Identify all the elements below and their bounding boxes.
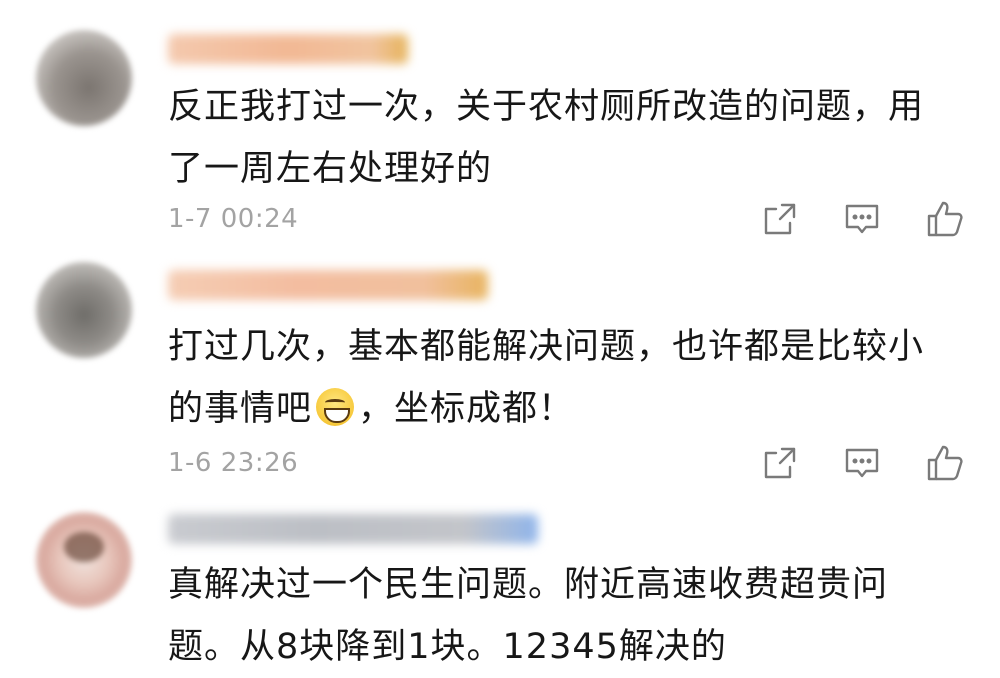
username-blurred[interactable] [168, 270, 488, 300]
share-icon[interactable] [762, 201, 798, 237]
like-icon[interactable] [926, 200, 964, 238]
like-icon[interactable] [926, 444, 964, 482]
comment-text-segment: 的事情吧 [168, 389, 313, 429]
comment-icon[interactable] [844, 445, 880, 481]
comment-text-line: 反正我打过一次，关于农村厕所改造的问题，用 [168, 87, 925, 127]
grinning-emoji-icon [316, 388, 355, 426]
avatar[interactable] [36, 512, 132, 608]
comment-text-line: 题。从8块降到1块。12345解决的 [168, 627, 727, 667]
comment-text: 真解决过一个民生问题。附近高速收费超贵问 题。从8块降到1块。12345解决的 [168, 554, 968, 678]
comment-actions [762, 444, 964, 482]
avatar[interactable] [36, 262, 132, 358]
username-blurred[interactable] [168, 514, 538, 544]
avatar[interactable] [36, 30, 132, 126]
comment-text: 反正我打过一次，关于农村厕所改造的问题，用 了一周左右处理好的 [168, 76, 968, 200]
comment-icon[interactable] [844, 201, 880, 237]
comment-text-line: 了一周左右处理好的 [168, 149, 493, 189]
comment-text: 打过几次，基本都能解决问题，也许都是比较小 的事情吧 ，坐标成都！ [168, 316, 968, 440]
comment-text-line: 打过几次，基本都能解决问题，也许都是比较小 [168, 327, 925, 367]
comment-text-line: 真解决过一个民生问题。附近高速收费超贵问 [168, 565, 889, 605]
comment-actions [762, 200, 964, 238]
username-blurred[interactable] [168, 34, 408, 64]
comment-timestamp: 1-6 23:26 [168, 448, 299, 478]
comment-text-line: 的事情吧 ，坐标成都！ [168, 378, 968, 440]
comment-timestamp: 1-7 00:24 [168, 204, 299, 234]
share-icon[interactable] [762, 445, 798, 481]
comment-text-segment: ，坐标成都！ [358, 389, 575, 429]
